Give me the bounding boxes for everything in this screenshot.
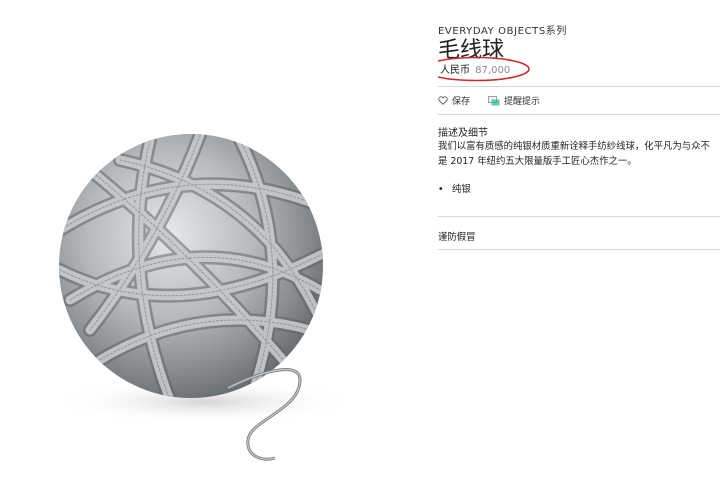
anti-counterfeit-link[interactable]: 谨防假冒 — [438, 229, 476, 243]
description-line: 我们以富有质感的纯银材质重新诠释手纺纱线球，化平凡为与众不 — [438, 141, 710, 152]
save-button[interactable]: 保存 — [438, 94, 470, 107]
product-info-panel: EVERYDAY OBJECTS系列 毛线球 人民币 87,000 保存 提醒提… — [438, 0, 720, 492]
divider — [438, 216, 720, 217]
heart-icon — [438, 96, 448, 105]
details-heading: 描述及细节 — [438, 128, 488, 139]
divider — [438, 86, 720, 87]
yarn-ball-image — [55, 134, 355, 461]
product-image — [0, 0, 418, 492]
hint-label: 提醒提示 — [504, 97, 541, 107]
divider — [438, 114, 720, 115]
price-highlight-circle — [438, 56, 530, 82]
material-bullet: 纯银 — [438, 181, 471, 195]
action-bar: 保存 提醒提示 — [438, 94, 558, 107]
product-description: 我们以富有质感的纯银材质重新诠释手纺纱线球，化平凡为与众不 是 2017 年纽约… — [438, 139, 720, 169]
save-label: 保存 — [452, 97, 471, 107]
description-line: 是 2017 年纽约五大限量版手工匠心杰作之一。 — [438, 156, 637, 167]
hint-icon — [488, 95, 500, 105]
divider — [438, 249, 720, 250]
hint-button[interactable]: 提醒提示 — [488, 94, 540, 107]
